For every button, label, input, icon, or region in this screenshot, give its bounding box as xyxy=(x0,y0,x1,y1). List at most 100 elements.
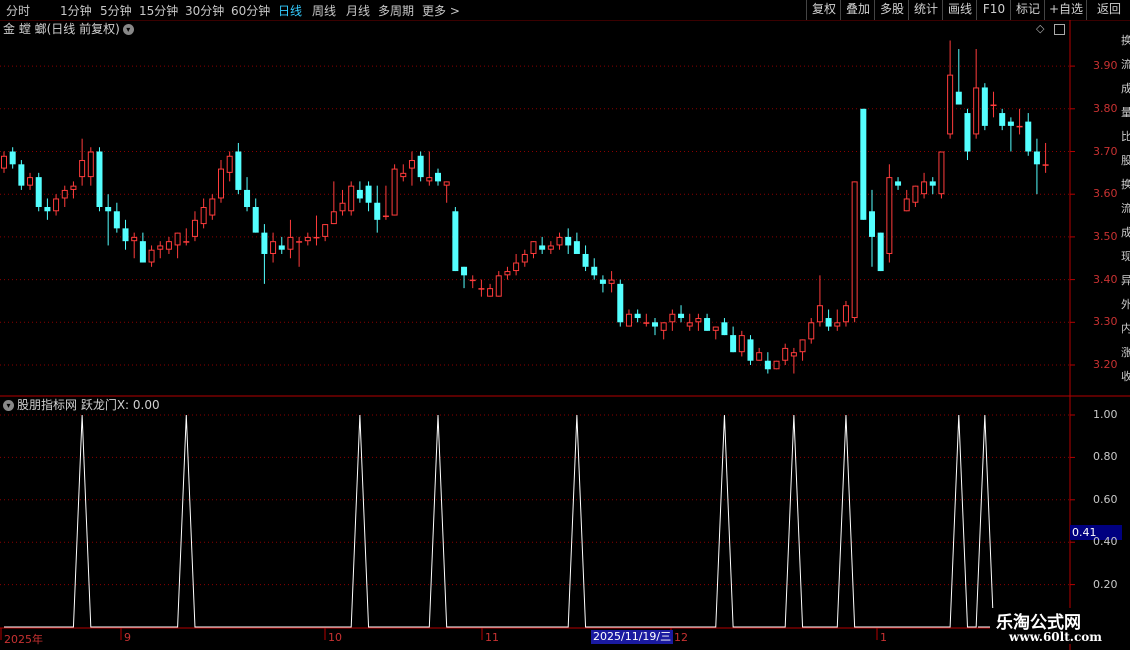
candle-body xyxy=(730,335,737,353)
side-panel-char: 外 xyxy=(1121,298,1130,311)
chevron-down-icon[interactable]: ▾ xyxy=(3,400,14,411)
side-panel-char: 内 xyxy=(1121,322,1130,335)
candle-body xyxy=(608,279,615,284)
candle-body xyxy=(1025,121,1032,152)
toolbar-button-4[interactable]: 画线 xyxy=(942,0,977,20)
candle-body xyxy=(964,113,971,152)
side-panel-char: 流 xyxy=(1121,202,1130,215)
candle-body xyxy=(452,211,459,272)
period-tab-9[interactable]: 多周期 xyxy=(378,2,414,19)
candle-body xyxy=(825,318,832,327)
time-axis-label: 11 xyxy=(485,631,499,644)
period-tab-3[interactable]: 15分钟 xyxy=(139,2,178,19)
candle-body xyxy=(200,207,207,225)
candle-body xyxy=(625,313,632,327)
candle-body xyxy=(356,189,363,199)
candle-body xyxy=(487,288,494,297)
candle-body xyxy=(747,339,754,361)
candle-body xyxy=(113,211,120,229)
time-axis-label: 1 xyxy=(880,631,887,644)
candle-body xyxy=(44,207,51,212)
candle-body xyxy=(660,322,667,331)
period-tab-6[interactable]: 日线 xyxy=(278,2,302,19)
candle-body xyxy=(886,177,893,254)
candle-body xyxy=(183,241,190,243)
candle-body xyxy=(426,177,433,182)
side-panel-char: 涨 xyxy=(1121,346,1130,359)
toolbar-button-8[interactable]: 返回 xyxy=(1086,0,1130,20)
candle-body xyxy=(999,113,1006,126)
toolbar-button-7[interactable]: +自选 xyxy=(1044,0,1087,20)
period-tab-1[interactable]: 1分钟 xyxy=(60,2,92,19)
time-axis-label: 10 xyxy=(328,631,342,644)
toolbar-button-1[interactable]: 叠加 xyxy=(840,0,875,20)
candle-body xyxy=(903,198,910,212)
candle-body xyxy=(391,168,398,216)
candle-body xyxy=(157,245,164,250)
candle-body xyxy=(842,305,849,323)
price-chart[interactable] xyxy=(0,20,1130,650)
period-tab-4[interactable]: 30分钟 xyxy=(185,2,224,19)
side-panel-char: 比 xyxy=(1121,130,1130,143)
candle-body xyxy=(270,241,277,254)
candle-body xyxy=(469,279,476,282)
indicator-axis-label: 1.00 xyxy=(1093,408,1118,421)
candle-body xyxy=(712,326,719,331)
toolbar-button-6[interactable]: 标记 xyxy=(1010,0,1045,20)
candle-body xyxy=(1033,151,1040,165)
candle-body xyxy=(990,104,997,107)
period-tab-8[interactable]: 月线 xyxy=(346,2,370,19)
indicator-axis-label: 0.60 xyxy=(1093,492,1118,506)
period-tab-10[interactable]: 更多 > xyxy=(422,2,460,19)
candle-body xyxy=(678,313,685,319)
watermark-url: www.60lt.com xyxy=(1003,630,1108,644)
side-panel-char: 换 xyxy=(1121,178,1130,191)
candle-body xyxy=(565,236,572,246)
period-tab-0[interactable]: 分时 xyxy=(6,2,30,19)
toolbar-button-3[interactable]: 统计 xyxy=(908,0,943,20)
candle-body xyxy=(348,185,355,212)
toolbar-button-0[interactable]: 复权 xyxy=(806,0,841,20)
candle-body xyxy=(261,232,268,254)
candle-body xyxy=(461,266,468,276)
candle-body xyxy=(834,322,841,327)
candle-body xyxy=(139,241,146,263)
candle-body xyxy=(634,313,641,319)
time-axis-label: 2025年 xyxy=(4,633,43,646)
candle-body xyxy=(695,318,702,323)
candle-body xyxy=(382,215,389,218)
candle-body xyxy=(808,322,815,340)
price-axis-label: 3.90 xyxy=(1093,59,1118,73)
candle-body xyxy=(513,262,520,272)
candle-body xyxy=(443,181,450,186)
side-panel-char: 现 xyxy=(1121,250,1130,263)
toolbar-button-2[interactable]: 多股 xyxy=(874,0,909,20)
candle-body xyxy=(704,318,711,331)
candle-body xyxy=(912,185,919,203)
indicator-label: 股朋指标网 跃龙门X: 0.00 xyxy=(17,398,160,412)
indicator-line xyxy=(4,414,1046,628)
period-tab-7[interactable]: 周线 xyxy=(312,2,336,19)
period-tab-5[interactable]: 60分钟 xyxy=(231,2,270,19)
candle-body xyxy=(122,228,129,242)
period-toolbar: 分时 1分钟 5分钟 15分钟 30分钟 60分钟 日线 周线 月线 多周期 更多 > 复权 叠加 多股统… xyxy=(0,0,1130,21)
candle-body xyxy=(148,249,155,263)
side-panel-char: 量 xyxy=(1121,106,1130,119)
candle-body xyxy=(374,202,381,220)
candle-body xyxy=(643,322,650,324)
candle-body xyxy=(252,207,259,233)
candle-body xyxy=(339,202,346,212)
candle-body xyxy=(1007,121,1014,126)
candle-body xyxy=(539,245,546,250)
price-axis-label: 3.30 xyxy=(1093,315,1118,329)
candle-body xyxy=(504,271,511,276)
period-tab-2[interactable]: 5分钟 xyxy=(100,2,132,19)
indicator-axis-label: 0.40 xyxy=(1093,535,1118,549)
candle-body xyxy=(191,219,198,237)
candle-body xyxy=(877,232,884,272)
candle-body xyxy=(869,211,875,237)
side-panel-char: 股 xyxy=(1121,154,1130,167)
price-axis-label: 3.20 xyxy=(1093,358,1118,371)
toolbar-button-5[interactable]: F10 xyxy=(976,0,1011,20)
indicator-axis-label: 0.20 xyxy=(1093,577,1118,591)
